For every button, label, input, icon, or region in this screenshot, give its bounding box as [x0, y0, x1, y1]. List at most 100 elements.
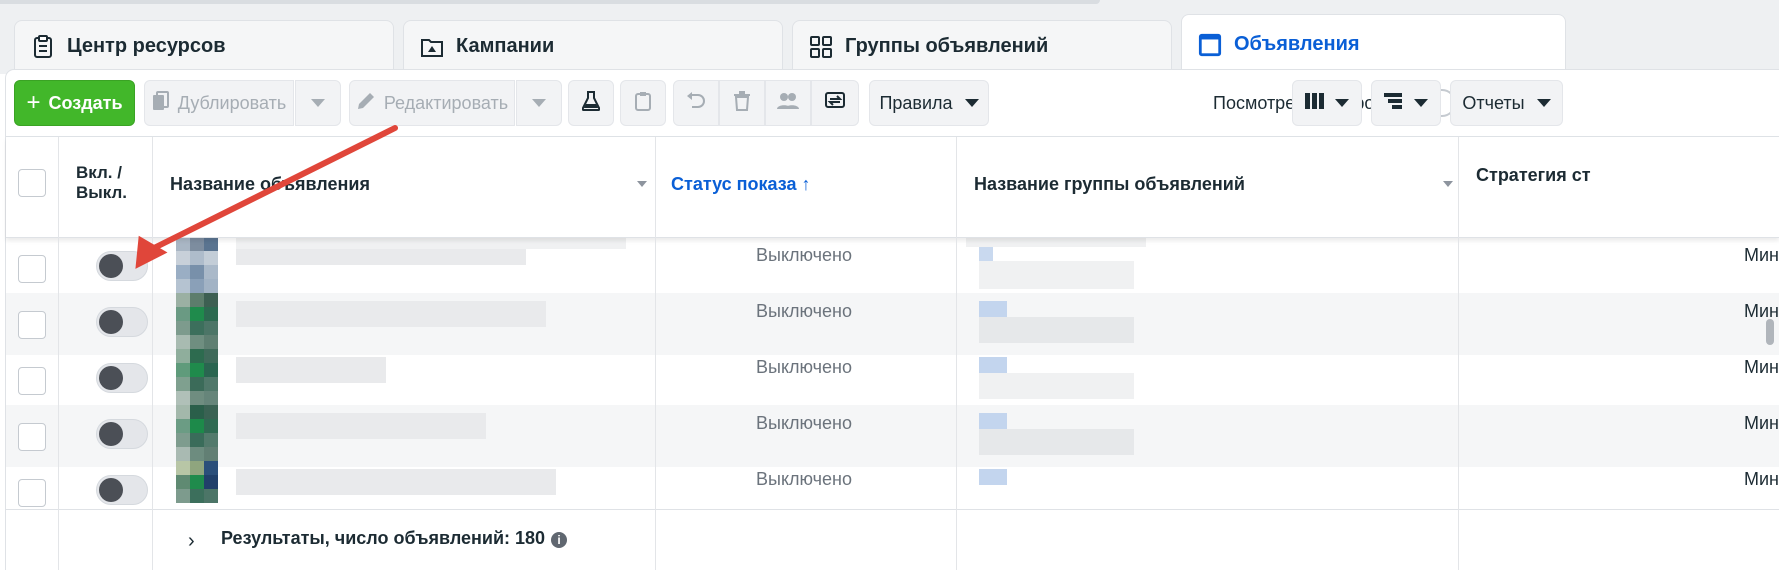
column-divider	[152, 137, 153, 570]
ab-test-button[interactable]	[568, 80, 614, 126]
trash-icon	[733, 90, 751, 116]
sort-caret-icon[interactable]	[637, 181, 647, 187]
vertical-scrollbar-thumb[interactable]	[1766, 319, 1774, 345]
results-count: Результаты, число объявлений: 180	[221, 528, 546, 548]
export-button[interactable]	[811, 80, 859, 126]
obscured-adset-icon	[979, 413, 1007, 429]
strategy-text: Мин	[1744, 469, 1779, 489]
top-scrollbar	[0, 0, 1100, 4]
duplicate-button[interactable]: Дублировать	[144, 80, 294, 126]
table-header: Вкл. / Выкл. Название объявления Статус …	[6, 137, 1779, 238]
tab-campaigns[interactable]: Кампании	[403, 20, 783, 72]
column-divider	[956, 137, 957, 570]
reports-button[interactable]: Отчеты	[1450, 80, 1563, 126]
clipboard-button[interactable]	[620, 80, 666, 126]
breakdown-icon	[1384, 92, 1404, 115]
toggle-knob	[99, 366, 123, 390]
toolbar: + Создать Дублировать Редактировать Прав…	[6, 70, 1779, 136]
delivery-status-text: Выключено	[756, 301, 852, 321]
column-divider	[655, 137, 656, 570]
tab-label: Объявления	[1234, 33, 1360, 55]
ad-on-off-toggle[interactable]	[96, 363, 148, 393]
obscured-adset-icon	[979, 301, 1007, 317]
ad-on-off-toggle[interactable]	[96, 475, 148, 505]
chevron-down-icon	[1414, 99, 1428, 107]
strategy-text: Мин	[1744, 301, 1779, 321]
column-divider	[1458, 137, 1459, 570]
obscured-adset-name	[979, 373, 1134, 399]
delete-button[interactable]	[719, 80, 765, 126]
tab-label: Кампании	[456, 35, 555, 57]
pencil-icon	[356, 91, 376, 116]
people-icon	[777, 92, 799, 115]
strategy-text: Мин	[1744, 413, 1779, 433]
table-row[interactable]: Выключено Мин	[6, 349, 1779, 411]
ad-on-off-toggle[interactable]	[96, 419, 148, 449]
columns-button[interactable]	[1292, 80, 1362, 126]
audience-button[interactable]	[765, 80, 811, 126]
undo-button[interactable]	[673, 80, 719, 126]
header-adset-name[interactable]: Название группы объявлений	[974, 174, 1245, 195]
select-all-checkbox[interactable]	[18, 169, 46, 197]
obscured-text	[966, 237, 1146, 247]
column-divider	[58, 137, 59, 570]
row-checkbox[interactable]	[18, 423, 46, 451]
ad-on-off-toggle[interactable]	[96, 307, 148, 337]
ads-table-card: + Создать Дублировать Редактировать Прав…	[6, 70, 1779, 571]
tab-label: Группы объявлений	[845, 35, 1049, 57]
delivery-status-text: Выключено	[756, 469, 852, 489]
obscured-adset-icon	[979, 247, 993, 261]
header-delivery-status[interactable]: Статус показа ↑	[671, 174, 811, 195]
obscured-adset-icon	[979, 469, 1007, 485]
copy-icon	[152, 90, 170, 116]
sort-caret-icon[interactable]	[1443, 181, 1453, 187]
row-checkbox[interactable]	[18, 367, 46, 395]
chevron-right-icon[interactable]: ›	[188, 530, 195, 553]
ads-table: Вкл. / Выкл. Название объявления Статус …	[6, 136, 1779, 571]
row-checkbox[interactable]	[18, 479, 46, 507]
plus-icon: +	[26, 89, 41, 116]
edit-dropdown-button[interactable]	[516, 80, 562, 126]
tab-ads[interactable]: Объявления	[1181, 14, 1566, 74]
obscured-adset-name	[979, 317, 1134, 343]
tab-adsets[interactable]: Группы объявлений	[792, 20, 1172, 72]
results-footer: › Результаты, число объявлений: 180 i	[6, 509, 1779, 571]
delivery-status-text: Выключено	[756, 357, 852, 377]
duplicate-dropdown-button[interactable]	[295, 80, 341, 126]
rules-button[interactable]: Правила	[869, 80, 989, 126]
header-toggle: Вкл. / Выкл.	[76, 163, 128, 202]
strategy-text: Мин	[1744, 245, 1779, 265]
info-icon[interactable]: i	[551, 532, 568, 548]
create-button[interactable]: + Создать	[14, 80, 135, 126]
delivery-status-text: Выключено	[756, 245, 852, 265]
chevron-down-icon	[311, 99, 325, 107]
row-checkbox[interactable]	[18, 311, 46, 339]
header-strategy[interactable]: Стратегия ст	[1476, 165, 1591, 186]
strategy-text: Мин	[1744, 357, 1779, 377]
edit-button[interactable]: Редактировать	[349, 80, 515, 126]
toggle-knob	[99, 254, 123, 278]
ad-window-icon	[1198, 33, 1222, 57]
delivery-status-text: Выключено	[756, 413, 852, 433]
table-row[interactable]: Выключено Мин	[6, 293, 1779, 355]
clipboard-icon	[31, 34, 55, 59]
ad-on-off-toggle[interactable]	[96, 251, 148, 281]
toggle-knob	[99, 478, 123, 502]
chevron-down-icon	[1536, 99, 1551, 107]
table-row[interactable]: Выключено Мин	[6, 405, 1779, 467]
toggle-knob	[99, 310, 123, 334]
flask-icon	[581, 90, 601, 116]
grid-icon	[809, 35, 833, 59]
chevron-down-icon	[964, 99, 979, 107]
clipboard-icon	[635, 91, 651, 116]
breakdown-button[interactable]	[1371, 80, 1441, 126]
header-ad-name[interactable]: Название объявления	[170, 174, 370, 195]
tab-asset-center[interactable]: Центр ресурсов	[14, 20, 394, 72]
tab-label: Центр ресурсов	[67, 35, 226, 57]
top-strip	[0, 0, 1779, 14]
table-row[interactable]: Выключено Мин	[6, 237, 1779, 299]
obscured-ad-name	[236, 413, 486, 439]
level-tabs: Центр ресурсов Кампании Группы объявлени…	[0, 14, 1779, 74]
row-checkbox[interactable]	[18, 255, 46, 283]
folder-flag-icon	[420, 35, 444, 59]
